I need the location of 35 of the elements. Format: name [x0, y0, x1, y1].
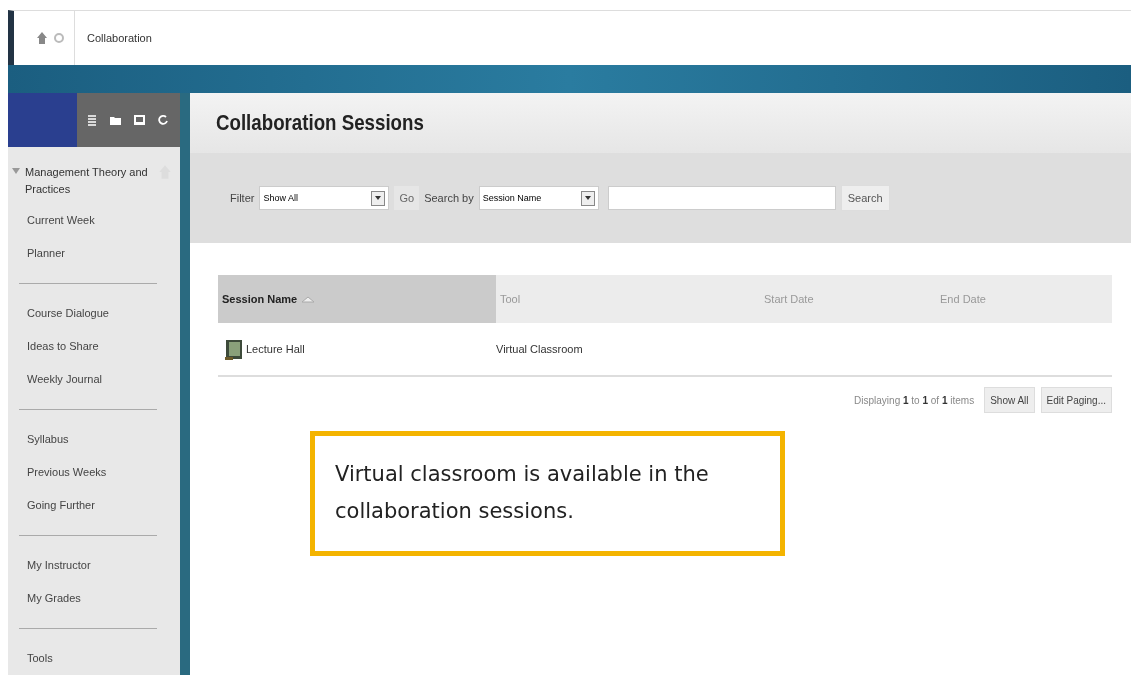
menu-link[interactable]: Previous Weeks [27, 456, 180, 489]
menu-link[interactable]: Tools [27, 642, 180, 675]
filter-dropdown[interactable]: Show All [259, 186, 390, 210]
paging-button[interactable]: Edit Paging... [1040, 387, 1112, 413]
menu-link[interactable]: Going Further [27, 489, 180, 522]
window-icon[interactable] [134, 115, 145, 125]
page-title: Collaboration Sessions [216, 110, 424, 136]
menu-link[interactable]: Ideas to Share [27, 330, 180, 363]
refresh-icon[interactable] [158, 114, 168, 126]
menu-link[interactable]: Course Dialogue [27, 297, 180, 330]
search-field[interactable] [607, 186, 836, 210]
course-title-link[interactable]: Management Theory and Practices [25, 164, 153, 198]
paging-button[interactable]: Show All [984, 387, 1035, 413]
sort-arrow-icon [301, 295, 316, 303]
menu-link[interactable]: My Grades [27, 582, 180, 615]
home-icon[interactable] [36, 31, 48, 45]
folder-icon[interactable] [110, 115, 121, 125]
search-by-label: Search by [424, 192, 474, 204]
circle-icon[interactable] [54, 33, 64, 43]
menu-link[interactable]: My Instructor [27, 549, 180, 582]
filter-label: Filter [230, 192, 255, 204]
menu-link[interactable]: Planner [27, 237, 180, 270]
list-icon[interactable] [87, 114, 97, 126]
search-by-dropdown[interactable]: Session Name [478, 186, 599, 210]
menu-link[interactable]: Weekly Journal [27, 363, 180, 396]
search-button[interactable]: Search [840, 185, 890, 211]
menu-link[interactable]: Current Week [27, 204, 180, 237]
table-cell: Virtual Classroom [496, 343, 583, 355]
menu-link[interactable]: Syllabus [27, 423, 180, 456]
paging-summary: Displaying 1 to 1 of 1 items [854, 394, 975, 406]
callout-text: Virtual classroom is available in the collaboration sessions. [335, 462, 709, 523]
expand-triangle-icon[interactable] [12, 168, 20, 174]
go-button[interactable]: Go [394, 186, 420, 210]
column-header[interactable]: Session Name [218, 275, 496, 323]
session-link[interactable]: Lecture Hall [246, 343, 305, 355]
